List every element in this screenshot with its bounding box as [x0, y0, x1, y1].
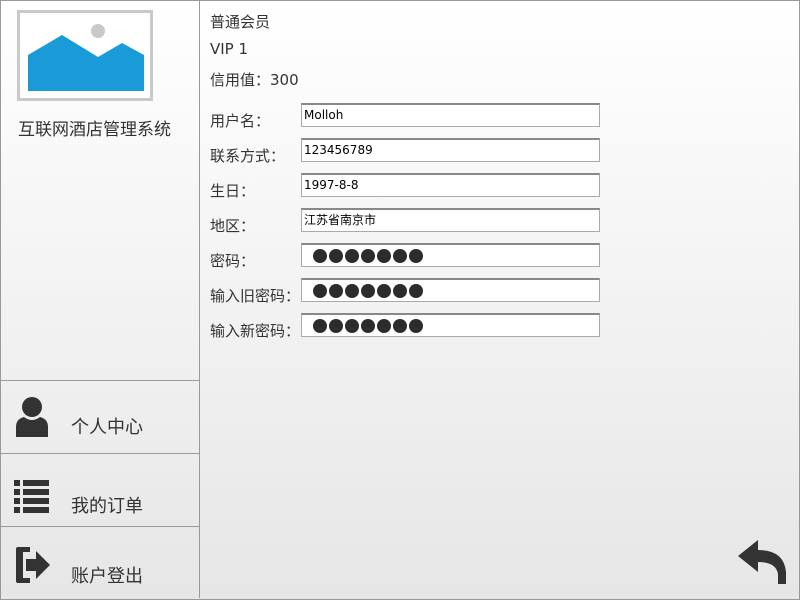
old-password-field[interactable]: [301, 278, 600, 302]
credit-value: 300: [270, 71, 299, 89]
old-password-label: 输入旧密码：: [210, 287, 301, 305]
password-dot: [409, 318, 423, 333]
password-mask: [304, 245, 599, 266]
vip-level: VIP 1: [210, 40, 249, 58]
logout-icon: [14, 545, 52, 589]
user-icon: [14, 395, 50, 441]
password-dot: [393, 283, 407, 298]
sidebar: 互联网酒店管理系统 个人中心 我的订单 账户登出: [0, 0, 200, 598]
password-dot: [313, 283, 327, 298]
hotel-logo-image: [17, 10, 153, 101]
username-field[interactable]: Molloh: [301, 103, 600, 127]
back-arrow-icon: [738, 540, 786, 584]
sidebar-item-logout[interactable]: 账户登出: [0, 526, 199, 600]
password-dot: [409, 283, 423, 298]
contact-field[interactable]: 123456789: [301, 138, 600, 162]
sidebar-item-personal-center[interactable]: 个人中心: [0, 380, 199, 454]
credit-label: 信用值：: [210, 71, 271, 89]
password-dot: [409, 248, 423, 263]
password-dot: [329, 248, 343, 263]
region-label: 地区：: [210, 217, 256, 235]
password-dot: [329, 283, 343, 298]
password-dot: [361, 248, 375, 263]
birthday-field[interactable]: 1997-8-8: [301, 173, 600, 197]
profile-panel: 普通会员 VIP 1 信用值：300 用户名： Molloh 联系方式： 123…: [200, 0, 798, 598]
password-dot: [393, 248, 407, 263]
new-password-mask: [304, 315, 599, 336]
credit-row: 信用值：300: [210, 69, 299, 90]
region-field[interactable]: 江苏省南京市: [301, 208, 600, 232]
system-name: 互联网酒店管理系统: [18, 120, 171, 140]
password-field[interactable]: [301, 243, 600, 267]
password-dot: [377, 283, 391, 298]
password-dot: [313, 318, 327, 333]
password-dot: [393, 318, 407, 333]
password-dot: [361, 318, 375, 333]
sidebar-item-label: 个人中心: [71, 417, 143, 438]
password-dot: [377, 318, 391, 333]
password-dot: [361, 283, 375, 298]
member-level: 普通会员: [210, 13, 271, 31]
password-dot: [313, 248, 327, 263]
password-label: 密码：: [210, 252, 256, 270]
password-dot: [377, 248, 391, 263]
back-button[interactable]: [736, 538, 788, 590]
username-label: 用户名：: [210, 112, 271, 130]
password-dot: [345, 283, 359, 298]
new-password-field[interactable]: [301, 313, 600, 337]
sidebar-item-label: 账户登出: [71, 566, 143, 587]
password-dot: [345, 248, 359, 263]
sidebar-item-label: 我的订单: [71, 496, 143, 517]
password-dot: [329, 318, 343, 333]
birthday-label: 生日：: [210, 182, 256, 200]
password-dot: [345, 318, 359, 333]
sidebar-item-my-orders[interactable]: 我的订单: [0, 453, 199, 527]
list-icon: [14, 478, 50, 520]
contact-label: 联系方式：: [210, 147, 286, 165]
new-password-label: 输入新密码：: [210, 322, 301, 340]
old-password-mask: [304, 280, 599, 301]
